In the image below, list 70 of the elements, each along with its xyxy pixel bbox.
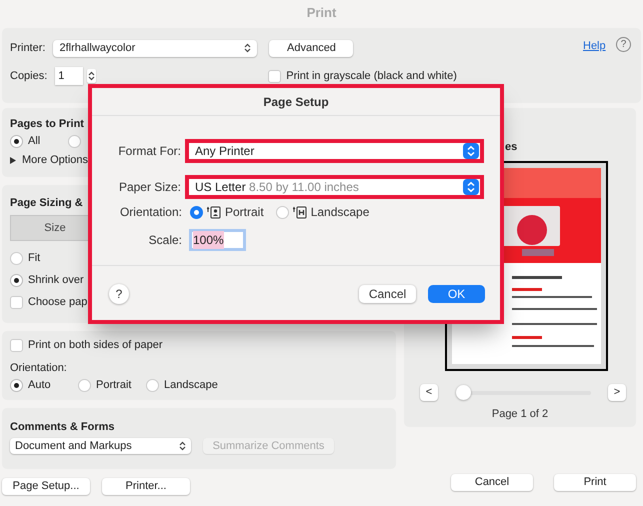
field-label: Format For: xyxy=(117,143,181,160)
checkbox[interactable] xyxy=(10,296,23,308)
page-indicator: Page 1 of 2 xyxy=(490,407,550,422)
landscape-icon xyxy=(292,206,307,218)
field-label: Copies: xyxy=(10,68,48,84)
radio-button[interactable] xyxy=(10,378,23,392)
radio-label: Shrink over xyxy=(28,272,84,288)
section-title: Page Sizing & xyxy=(10,196,84,209)
radio-label: Portrait xyxy=(225,204,264,221)
markups-select[interactable]: Document and Markups xyxy=(10,438,191,454)
window-title: Print xyxy=(306,4,338,22)
ok-button[interactable]: OK xyxy=(428,285,485,303)
printer-button[interactable]: Printer... xyxy=(102,478,190,495)
section-title: Pages to Print xyxy=(10,117,85,130)
radio-label: Landscape xyxy=(310,204,370,221)
radio-label: Auto xyxy=(28,378,51,393)
field-label: Orientation: xyxy=(10,361,68,373)
radio-label: Fit xyxy=(28,250,40,266)
updown-icon xyxy=(463,143,479,159)
slider-thumb[interactable] xyxy=(456,385,470,400)
select-value: Any Printer xyxy=(195,143,254,160)
radio-button[interactable] xyxy=(68,135,82,148)
printer-select[interactable]: 2flrhallwaycolor xyxy=(53,40,258,56)
radio-button[interactable] xyxy=(146,378,159,392)
advanced-button[interactable]: Advanced xyxy=(269,40,354,56)
format-select[interactable]: Any Printer xyxy=(185,139,484,163)
radio-button[interactable] xyxy=(78,378,91,392)
radio-button[interactable] xyxy=(190,206,203,218)
checkbox-label: Choose pap xyxy=(28,294,88,310)
field-label: Orientation: xyxy=(118,204,182,221)
field-value: 100% xyxy=(193,231,224,249)
section-title: Comments & Forms xyxy=(10,420,116,433)
radio-label: All xyxy=(28,134,40,150)
checkbox[interactable] xyxy=(268,70,282,82)
page-setup-button[interactable]: Page Setup... xyxy=(2,478,90,495)
radio-label: Portrait xyxy=(96,378,132,393)
print-button[interactable]: Print xyxy=(554,474,636,491)
radio-button[interactable] xyxy=(10,135,23,148)
paper-size-select[interactable]: US Letter 8.50 by 11.00 inches xyxy=(185,175,484,199)
next-page-button[interactable]: > xyxy=(608,384,626,401)
help-link[interactable]: Help xyxy=(583,38,606,54)
field-label: Paper Size: xyxy=(118,179,181,196)
checkbox-label: Print in grayscale (black and white) xyxy=(286,68,457,84)
radio-label: Landscape xyxy=(164,378,218,393)
help-button[interactable]: ? xyxy=(616,37,631,52)
field-label: Printer: xyxy=(10,40,46,56)
scale-field[interactable]: 100% xyxy=(189,229,246,251)
previous-page-button[interactable]: < xyxy=(420,384,438,401)
help-button[interactable]: ? xyxy=(109,284,129,304)
updown-icon xyxy=(88,71,96,81)
dialog-title: Page Setup xyxy=(92,88,500,116)
select-value: US Letter 8.50 by 11.00 inches xyxy=(195,179,359,196)
radio-button[interactable] xyxy=(10,252,23,264)
updown-icon xyxy=(463,179,479,195)
stepper[interactable] xyxy=(87,69,96,83)
portrait-icon xyxy=(207,206,221,218)
radio-button[interactable] xyxy=(10,274,23,286)
disclosure-triangle-icon xyxy=(10,156,16,164)
checkbox-label: Print on both sides of paper xyxy=(28,338,163,353)
cancel-button[interactable]: Cancel xyxy=(451,474,533,491)
updown-icon xyxy=(244,43,252,53)
slider[interactable] xyxy=(456,385,590,400)
copies-field[interactable]: 1 xyxy=(55,67,84,85)
radio-button[interactable] xyxy=(276,206,289,218)
cancel-button[interactable]: Cancel xyxy=(359,285,416,303)
checkbox[interactable] xyxy=(10,338,23,352)
section-title: es xyxy=(505,140,518,155)
field-label: Scale: xyxy=(148,232,182,249)
updown-icon xyxy=(179,441,186,451)
more-options-toggle[interactable]: More Options xyxy=(22,152,88,168)
